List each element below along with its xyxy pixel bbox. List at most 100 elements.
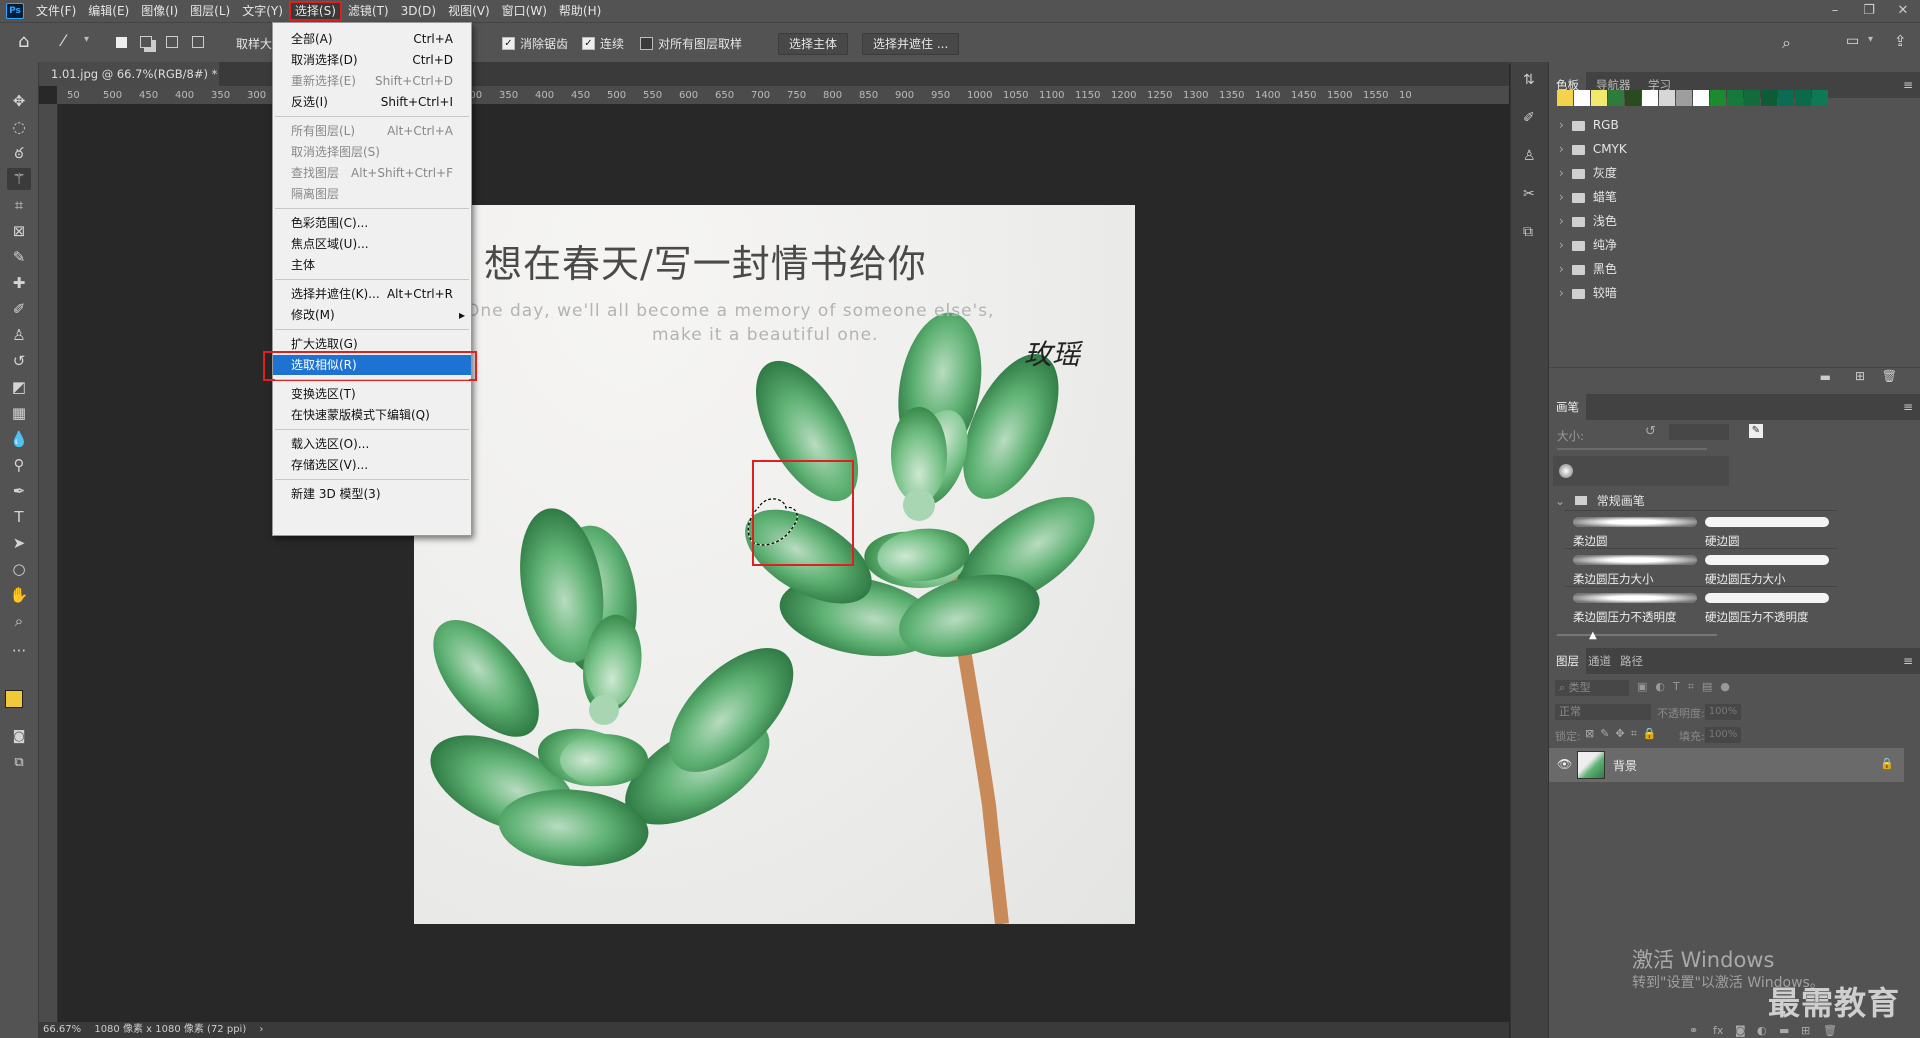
magic-wand-preset-icon[interactable]: ⁄ bbox=[62, 31, 65, 50]
brush-preset[interactable]: 硬边圆压力不透明度 bbox=[1697, 586, 1837, 625]
menu-5[interactable]: 选择(S) bbox=[288, 1, 342, 21]
zoom-level[interactable]: 66.67% bbox=[43, 1024, 81, 1035]
select-menu-item[interactable]: 反选(I) Shift+Ctrl+I bbox=[273, 92, 471, 112]
layer-filter-icons[interactable]: ▣◐T⌗▤● bbox=[1637, 680, 1738, 694]
select-menu-item[interactable]: 载入选区(O)... bbox=[273, 434, 471, 454]
swatch-group[interactable]: › 纯净 bbox=[1559, 234, 1617, 256]
lasso-tool-icon[interactable]: ఠ bbox=[7, 142, 31, 164]
tool-presets-icon[interactable]: ✂ bbox=[1523, 186, 1535, 202]
swatch-group[interactable]: › RGB bbox=[1559, 114, 1619, 136]
home-icon[interactable]: ⌂ bbox=[18, 31, 29, 52]
brush-preset[interactable]: 柔边圆压力不透明度 bbox=[1565, 586, 1705, 625]
chevron-right-icon[interactable]: › bbox=[1559, 190, 1564, 204]
document-image[interactable]: 想在春天/写一封情书给你 One day, we'll all become a… bbox=[414, 205, 1135, 924]
layer-filter-input[interactable]: ⌕ 类型 bbox=[1555, 680, 1629, 696]
mask-icon[interactable]: ◙ bbox=[1735, 1024, 1746, 1037]
intersect-selection-icon[interactable] bbox=[192, 36, 204, 48]
select-menu-item[interactable]: 焦点区域(U)... bbox=[273, 234, 471, 254]
swatch-group[interactable]: › 较暗 bbox=[1559, 282, 1617, 304]
brush-size-input[interactable] bbox=[1669, 424, 1729, 440]
marquee-tool-icon[interactable]: ◌ bbox=[7, 116, 31, 138]
reset-icon[interactable]: ↺ bbox=[1645, 424, 1656, 439]
color-swatch[interactable] bbox=[1795, 90, 1811, 106]
chevron-right-icon[interactable]: › bbox=[1559, 142, 1564, 156]
color-swatch[interactable] bbox=[1778, 90, 1794, 106]
menu-10[interactable]: 帮助(H) bbox=[553, 1, 607, 21]
brush-edit-icon[interactable]: ✎ bbox=[1749, 424, 1763, 438]
menu-3[interactable]: 图层(L) bbox=[184, 1, 236, 21]
screen-mode-icon[interactable]: ⧉ bbox=[7, 752, 31, 774]
select-menu-item[interactable]: 全部(A) Ctrl+A bbox=[273, 29, 471, 49]
color-swatch[interactable] bbox=[1625, 90, 1641, 106]
chevron-right-icon[interactable]: › bbox=[1559, 238, 1564, 252]
pen-tool-icon[interactable]: ✒ bbox=[7, 480, 31, 502]
tab-paths[interactable]: 路径 bbox=[1613, 648, 1650, 674]
chevron-right-icon[interactable]: › bbox=[1559, 166, 1564, 180]
color-swatch[interactable] bbox=[1557, 90, 1573, 106]
type-tool-icon[interactable]: T bbox=[7, 506, 31, 528]
brush-settings-icon[interactable]: ✐ bbox=[1523, 110, 1535, 126]
select-subject-button[interactable]: 选择主体 bbox=[778, 33, 849, 55]
new-swatch-icon[interactable]: ⊞ bbox=[1855, 369, 1865, 383]
history-panel-icon[interactable]: ⇅ bbox=[1523, 72, 1535, 88]
select-menu-item[interactable]: 所有图层(L) Alt+Ctrl+A bbox=[273, 121, 471, 141]
swatch-group[interactable]: › 浅色 bbox=[1559, 210, 1617, 232]
fx-icon[interactable]: fx bbox=[1713, 1024, 1723, 1037]
blur-tool-icon[interactable]: 💧 bbox=[7, 428, 31, 450]
swatch-group[interactable]: › CMYK bbox=[1559, 138, 1627, 160]
crop-tool-icon[interactable]: ⌗ bbox=[7, 194, 31, 216]
close-icon[interactable]: ✕ bbox=[1886, 0, 1920, 22]
foreground-color-swatch[interactable] bbox=[5, 690, 23, 708]
color-swatch[interactable] bbox=[1574, 90, 1590, 106]
select-menu-item[interactable]: 查找图层 Alt+Shift+Ctrl+F bbox=[273, 163, 471, 183]
link-icon[interactable]: ⚭ bbox=[1689, 1024, 1698, 1037]
chevron-right-icon[interactable]: › bbox=[1559, 262, 1564, 276]
select-menu-item[interactable]: 主体 bbox=[273, 255, 471, 275]
trash-icon[interactable]: 🗑 bbox=[1882, 369, 1897, 383]
frame-tool-icon[interactable]: ⊠ bbox=[7, 220, 31, 242]
history-brush-tool-icon[interactable]: ↺ bbox=[7, 350, 31, 372]
select-menu-item[interactable]: 重新选择(E) Shift+Ctrl+D bbox=[273, 71, 471, 91]
select-menu-item[interactable]: 变换选区(T) bbox=[273, 384, 471, 404]
folder-icon[interactable]: ▬ bbox=[1779, 1024, 1789, 1037]
minimize-icon[interactable]: – bbox=[1818, 0, 1852, 22]
color-swatch[interactable] bbox=[1693, 90, 1709, 106]
properties-icon[interactable]: ⧉ bbox=[1523, 224, 1533, 240]
chevron-right-icon[interactable]: › bbox=[259, 1024, 263, 1035]
brush-preset[interactable]: 硬边圆 bbox=[1697, 510, 1837, 549]
swatch-group[interactable]: › 蜡笔 bbox=[1559, 186, 1617, 208]
brush-preset[interactable]: 硬边圆压力大小 bbox=[1697, 548, 1837, 587]
select-menu-item[interactable]: 在快速蒙版模式下编辑(Q) bbox=[273, 405, 471, 425]
brush-preset[interactable]: 柔边圆 bbox=[1565, 510, 1705, 549]
menu-9[interactable]: 窗口(W) bbox=[496, 1, 553, 21]
color-swatch[interactable] bbox=[1642, 90, 1658, 106]
ellipse-tool-icon[interactable]: ○ bbox=[7, 558, 31, 580]
select-menu-item[interactable]: 取消选择(D) Ctrl+D bbox=[273, 50, 471, 70]
document-tab[interactable]: 1.01.jpg @ 66.7%(RGB/8#) * × bbox=[39, 62, 219, 105]
menu-8[interactable]: 视图(V) bbox=[442, 1, 496, 21]
select-menu-item[interactable]: 取消选择图层(S) bbox=[273, 142, 471, 162]
tab-brushes[interactable]: 画笔 bbox=[1549, 394, 1586, 420]
color-swatch[interactable] bbox=[1659, 90, 1675, 106]
brush-size-slider[interactable] bbox=[1557, 448, 1707, 450]
restore-icon[interactable]: ❐ bbox=[1852, 0, 1886, 22]
menu-4[interactable]: 文字(Y) bbox=[236, 1, 289, 21]
lock-icons[interactable]: ⊠✎✥⌗🔒 bbox=[1585, 727, 1663, 741]
workspace-icon[interactable]: ▭ bbox=[1846, 33, 1859, 49]
gradient-tool-icon[interactable]: ▦ bbox=[7, 402, 31, 424]
color-swatch[interactable] bbox=[1591, 90, 1607, 106]
quick-mask-icon[interactable]: ◙ bbox=[7, 726, 31, 748]
color-swatch[interactable] bbox=[1761, 90, 1777, 106]
antialias-checkbox[interactable]: ✓ 消除锯齿 bbox=[502, 35, 568, 52]
folder-icon[interactable]: ▬ bbox=[1820, 370, 1831, 384]
slider-thumb-icon[interactable]: ▲ bbox=[1589, 630, 1597, 641]
new-layer-icon[interactable]: ⊞ bbox=[1801, 1024, 1810, 1037]
fill-input[interactable]: 100% bbox=[1705, 727, 1741, 743]
chevron-right-icon[interactable]: › bbox=[1559, 214, 1564, 228]
panel-menu-icon[interactable]: ≡ bbox=[1903, 78, 1913, 92]
menu-0[interactable]: 文件(F) bbox=[30, 1, 82, 21]
swatch-group[interactable]: › 黑色 bbox=[1559, 258, 1617, 280]
brush-group[interactable]: ⌄ 常规画笔 bbox=[1555, 492, 1645, 509]
select-menu-item[interactable]: 色彩范围(C)... bbox=[273, 213, 471, 233]
add-selection-icon[interactable] bbox=[140, 36, 152, 48]
